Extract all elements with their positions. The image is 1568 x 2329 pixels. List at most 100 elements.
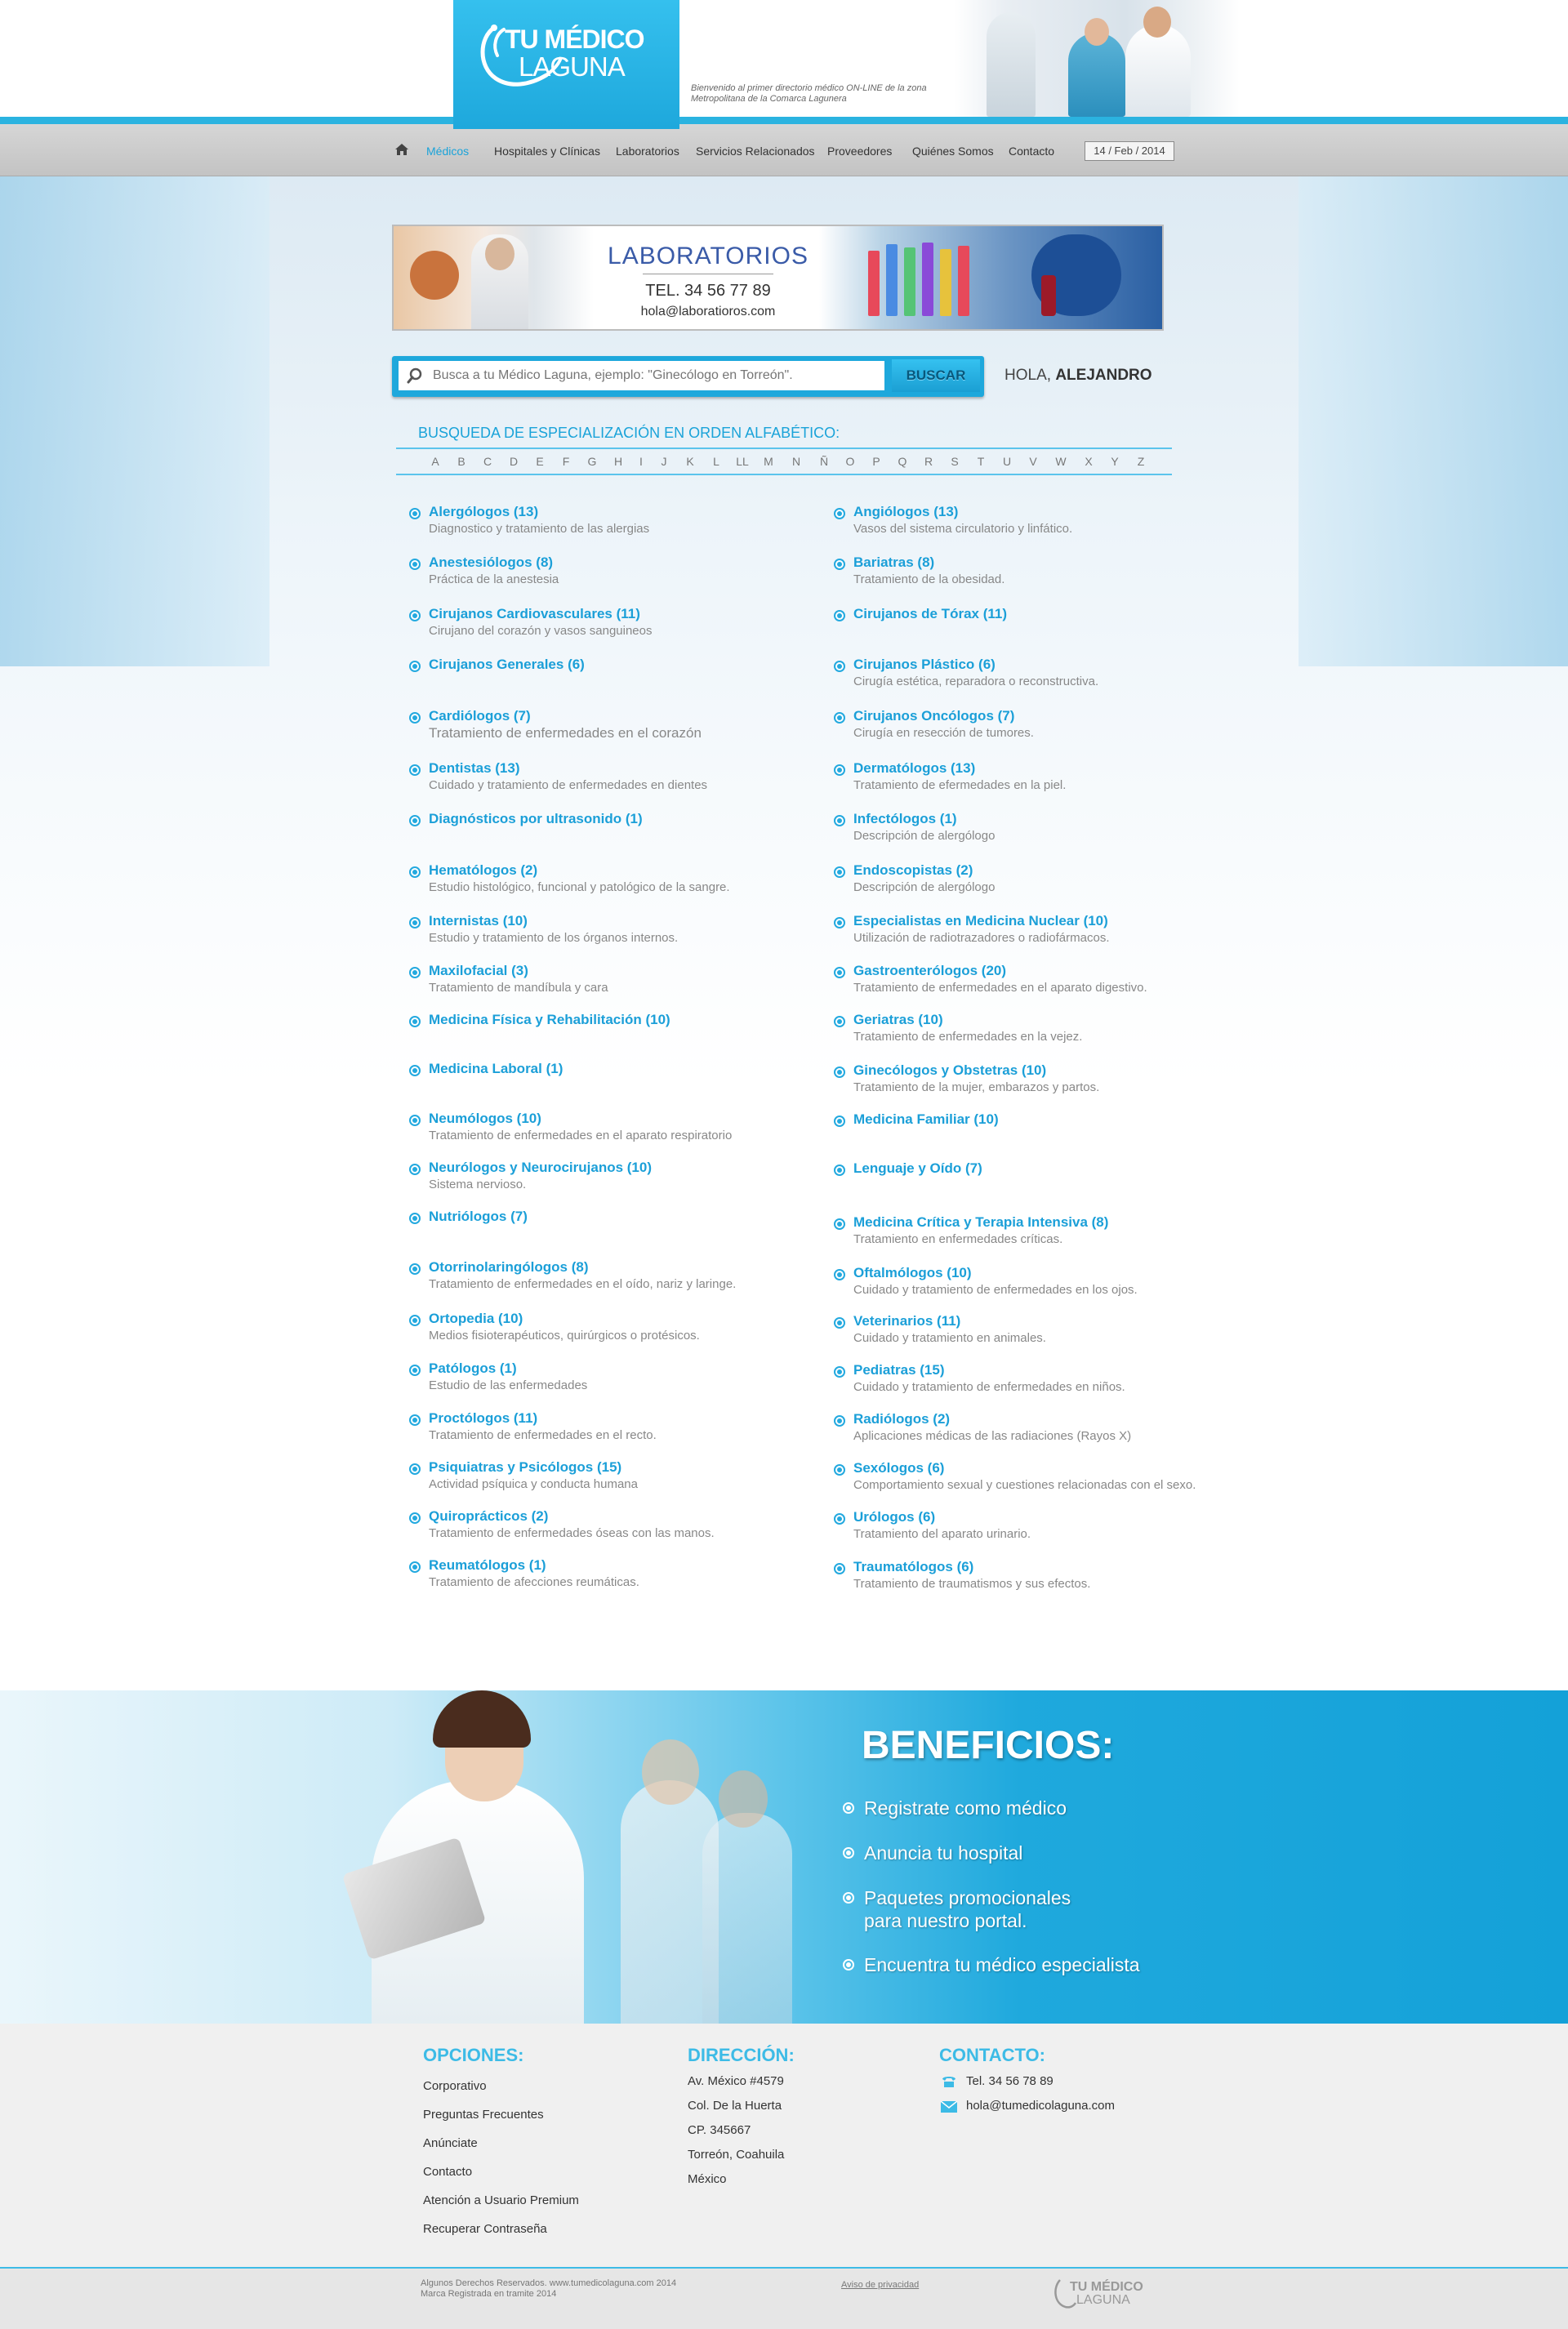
- specialty-name[interactable]: Dermatólogos (13): [853, 760, 975, 777]
- specialty-name[interactable]: Neumólogos (10): [429, 1111, 541, 1127]
- specialty-name[interactable]: Lenguaje y Oído (7): [853, 1160, 982, 1177]
- specialty-name[interactable]: Maxilofacial (3): [429, 963, 528, 979]
- alphabet-letter-21[interactable]: S: [947, 455, 963, 468]
- footer-link-anunciate[interactable]: Anúnciate: [423, 2136, 478, 2150]
- alphabet-letter-27[interactable]: Y: [1107, 455, 1123, 468]
- specialty-name[interactable]: Cirujanos Cardiovasculares (11): [429, 606, 640, 622]
- specialty-name[interactable]: Psiquiatras y Psicólogos (15): [429, 1459, 621, 1476]
- specialty-name[interactable]: Infectólogos (1): [853, 811, 957, 827]
- specialty-name[interactable]: Medicina Familiar (10): [853, 1111, 999, 1128]
- alphabet-letter-16[interactable]: Ñ: [816, 455, 832, 468]
- alphabet-letter-11[interactable]: K: [682, 455, 698, 468]
- alphabet-letter-15[interactable]: N: [788, 455, 804, 468]
- alphabet-letter-26[interactable]: X: [1080, 455, 1097, 468]
- specialty-name[interactable]: Alergólogos (13): [429, 504, 538, 520]
- alphabet-letter-2[interactable]: B: [453, 455, 470, 468]
- alphabet-letter-9[interactable]: I: [633, 455, 649, 468]
- footer-tel[interactable]: Tel. 34 56 78 89: [966, 2074, 1054, 2088]
- specialty-name[interactable]: Medicina Física y Rehabilitación (10): [429, 1012, 670, 1028]
- user-name[interactable]: ALEJANDRO: [1055, 367, 1152, 384]
- specialty-name[interactable]: Radiólogos (2): [853, 1411, 950, 1427]
- specialty-name[interactable]: Ginecólogos y Obstetras (10): [853, 1062, 1046, 1079]
- alphabet-letter-3[interactable]: C: [479, 455, 496, 468]
- home-icon[interactable]: [394, 143, 409, 156]
- nav-proveedores[interactable]: Proveedores: [827, 145, 892, 158]
- alphabet-letter-18[interactable]: P: [868, 455, 884, 468]
- alphabet-letter-10[interactable]: J: [656, 455, 672, 468]
- footer-link-preguntas[interactable]: Preguntas Frecuentes: [423, 2108, 544, 2122]
- alphabet-letter-7[interactable]: G: [584, 455, 600, 468]
- search-button[interactable]: BUSCAR: [892, 359, 980, 392]
- alphabet-letter-25[interactable]: W: [1053, 455, 1069, 468]
- specialty-description: Estudio y tratamiento de los órganos int…: [429, 931, 679, 945]
- specialty-name[interactable]: Veterinarios (11): [853, 1313, 960, 1329]
- nav-contacto[interactable]: Contacto: [1009, 145, 1054, 158]
- alphabet-letter-4[interactable]: D: [506, 455, 522, 468]
- specialty-name[interactable]: Cirujanos de Tórax (11): [853, 606, 1007, 622]
- specialty-name[interactable]: Medicina Crítica y Terapia Intensiva (8): [853, 1214, 1108, 1231]
- alphabet-letter-5[interactable]: E: [532, 455, 548, 468]
- alphabet-letter-8[interactable]: H: [610, 455, 626, 468]
- specialty-name[interactable]: Sexólogos (6): [853, 1460, 944, 1476]
- specialty-name[interactable]: Neurólogos y Neurocirujanos (10): [429, 1160, 652, 1176]
- nav-medicos[interactable]: Médicos: [426, 145, 469, 158]
- nav-laboratorios[interactable]: Laboratorios: [616, 145, 679, 158]
- alphabet-letter-13[interactable]: LL: [734, 455, 751, 468]
- specialty-name[interactable]: Medicina Laboral (1): [429, 1061, 563, 1077]
- footer-link-recuperar[interactable]: Recuperar Contraseña: [423, 2222, 547, 2236]
- beneficio-2[interactable]: Anuncia tu hospital: [843, 1841, 1022, 1864]
- footer-link-corporativo[interactable]: Corporativo: [423, 2079, 487, 2093]
- specialty-name[interactable]: Anestesiólogos (8): [429, 554, 553, 571]
- specialty-name[interactable]: Diagnósticos por ultrasonido (1): [429, 811, 643, 827]
- specialty-name[interactable]: Cirujanos Generales (6): [429, 657, 585, 673]
- footer-logo[interactable]: TU MÉDICO LAGUNA: [1054, 2275, 1143, 2316]
- footer-link-premium[interactable]: Atención a Usuario Premium: [423, 2193, 579, 2207]
- specialty-name[interactable]: Reumatólogos (1): [429, 1557, 546, 1574]
- specialty-name[interactable]: Urólogos (6): [853, 1509, 935, 1525]
- footer-email[interactable]: hola@tumedicolaguna.com: [966, 2099, 1115, 2113]
- specialty-name[interactable]: Especialistas en Medicina Nuclear (10): [853, 913, 1108, 929]
- beneficio-3[interactable]: Paquetes promocionales para nuestro porta…: [843, 1886, 1071, 1932]
- alphabet-letter-28[interactable]: Z: [1133, 455, 1149, 468]
- specialty-name[interactable]: Otorrinolaringólogos (8): [429, 1259, 589, 1276]
- alphabet-letter-23[interactable]: U: [999, 455, 1015, 468]
- specialty-name[interactable]: Pediatras (15): [853, 1362, 945, 1378]
- search-input[interactable]: [399, 361, 884, 390]
- laboratorios-ad-banner[interactable]: LABORATORIOS TEL. 34 56 77 89 hola@labor…: [392, 225, 1164, 331]
- alphabet-letter-12[interactable]: L: [708, 455, 724, 468]
- specialty-name[interactable]: Cardiólogos (7): [429, 708, 531, 724]
- specialty-name[interactable]: Bariatras (8): [853, 554, 934, 571]
- nav-servicios[interactable]: Servicios Relacionados: [696, 145, 815, 158]
- alphabet-letter-19[interactable]: Q: [894, 455, 911, 468]
- beneficio-4[interactable]: Encuentra tu médico especialista: [843, 1953, 1140, 1976]
- specialty-name[interactable]: Geriatras (10): [853, 1012, 943, 1028]
- specialty-name[interactable]: Gastroenterólogos (20): [853, 963, 1006, 979]
- specialty-name[interactable]: Oftalmólogos (10): [853, 1265, 972, 1281]
- specialty-name[interactable]: Angiólogos (13): [853, 504, 958, 520]
- specialty-name[interactable]: Ortopedia (10): [429, 1311, 523, 1327]
- site-logo[interactable]: TU MÉDICO LAGUNA: [453, 0, 679, 129]
- alphabet-letter-6[interactable]: F: [558, 455, 574, 468]
- alphabet-letter-1[interactable]: A: [427, 455, 443, 468]
- privacy-link[interactable]: Aviso de privacidad: [841, 2280, 919, 2290]
- specialty-name[interactable]: Endoscopistas (2): [853, 862, 973, 879]
- specialty-name[interactable]: Quiroprácticos (2): [429, 1508, 548, 1525]
- specialty-name[interactable]: Cirujanos Plástico (6): [853, 657, 996, 673]
- specialty-name[interactable]: Internistas (10): [429, 913, 528, 929]
- nav-hospitales[interactable]: Hospitales y Clínicas: [494, 145, 600, 158]
- alphabet-letter-14[interactable]: M: [760, 455, 777, 468]
- nav-quienes-somos[interactable]: Quiénes Somos: [912, 145, 994, 158]
- specialty-name[interactable]: Traumatólogos (6): [853, 1559, 973, 1575]
- alphabet-letter-17[interactable]: O: [842, 455, 858, 468]
- beneficio-1[interactable]: Registrate como médico: [843, 1797, 1067, 1819]
- alphabet-letter-20[interactable]: R: [920, 455, 937, 468]
- specialty-name[interactable]: Cirujanos Oncólogos (7): [853, 708, 1014, 724]
- specialty-name[interactable]: Patólogos (1): [429, 1360, 517, 1377]
- specialty-name[interactable]: Proctólogos (11): [429, 1410, 537, 1427]
- specialty-name[interactable]: Hematólogos (2): [429, 862, 537, 879]
- specialty-name[interactable]: Dentistas (13): [429, 760, 519, 777]
- alphabet-letter-22[interactable]: T: [973, 455, 989, 468]
- specialty-name[interactable]: Nutriólogos (7): [429, 1209, 528, 1225]
- footer-link-contacto[interactable]: Contacto: [423, 2165, 472, 2179]
- alphabet-letter-24[interactable]: V: [1025, 455, 1041, 468]
